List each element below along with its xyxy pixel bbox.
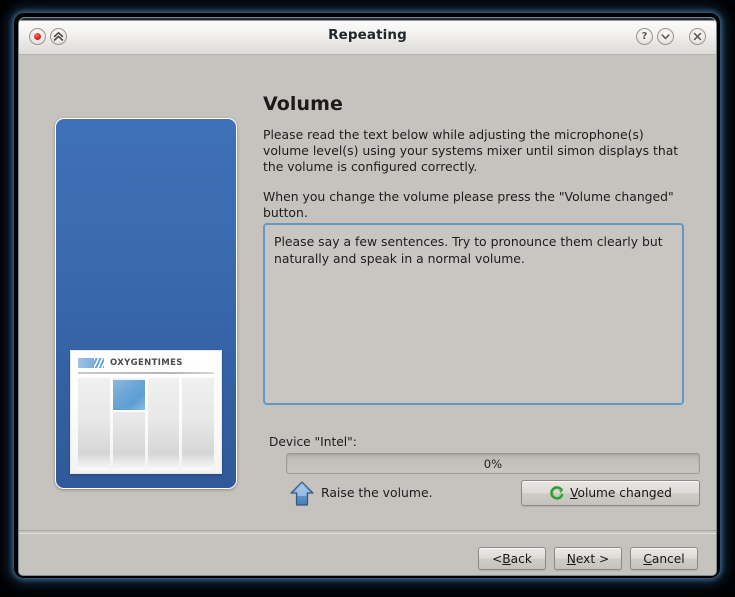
prompt-textbox[interactable]: Please say a few sentences. Try to prono… [263,223,684,405]
wizard-window: Repeating ? OXYGENTIMES Volume Please re… [18,17,717,576]
volume-progress-bar: 0% [286,453,700,474]
chevron-down-icon [661,34,670,40]
refresh-circular-arrow-icon [550,485,564,500]
wizard-footer-buttons: < Back Next > Cancel [478,547,698,570]
close-button[interactable] [689,28,706,45]
back-button[interactable]: < Back [478,547,546,570]
volume-changed-button-label: Volume changed [570,486,672,500]
next-button[interactable]: Next > [554,547,622,570]
newspaper-column [182,378,214,470]
newspaper-column [147,378,180,470]
page-title-bar-text: Repeating [328,27,407,43]
newspaper-logo-icon [78,358,104,368]
volume-changed-button[interactable]: Volume changed [521,480,700,506]
help-button[interactable]: ? [636,28,653,45]
newspaper-masthead: OXYGENTIMES [78,358,214,372]
newspaper-photo [112,380,145,412]
instruction-paragraph-1: Please read the text below while adjusti… [263,127,679,174]
close-x-icon [693,32,702,41]
volume-progress-label: 0% [483,456,503,471]
window-body: OXYGENTIMES Volume Please read the text … [19,55,716,575]
masthead-divider [78,372,214,374]
page-title: Volume [263,93,344,115]
back-accel: B [502,551,511,566]
newspaper-masthead-title: OXYGENTIMES [110,358,183,368]
volume-changed-label-rest: olume changed [577,486,672,500]
window-menu-button[interactable] [657,28,674,45]
wizard-sidebar-banner: OXYGENTIMES [55,118,237,489]
back-suffix: ack [510,551,532,566]
cancel-accel: C [643,551,652,566]
desktop-background: Repeating ? OXYGENTIMES Volume Please re… [0,0,735,597]
newspaper-column [78,378,110,470]
volume-hint-text: Raise the volume. [321,485,433,500]
newspaper-columns [78,378,214,470]
next-accel: N [566,551,576,566]
newspaper-column [112,378,145,470]
window-titlebar[interactable]: Repeating ? [19,18,716,55]
instruction-paragraph-2: When you change the volume please press … [263,189,674,220]
cancel-suffix: ancel [651,551,685,566]
arrow-up-icon [290,481,314,506]
content-text-block: Volume Please read the text below while … [263,93,684,221]
footer-separator [19,530,716,534]
newspaper-illustration: OXYGENTIMES [70,350,222,474]
volume-hint-row: Raise the volume. Volume changed [286,480,700,508]
prompt-text: Please say a few sentences. Try to prono… [274,234,663,266]
back-prefix: < [492,551,503,566]
device-label: Device "Intel": [269,435,357,449]
cancel-button[interactable]: Cancel [630,547,698,570]
next-suffix: ext > [575,551,610,566]
question-mark-icon: ? [641,30,648,42]
